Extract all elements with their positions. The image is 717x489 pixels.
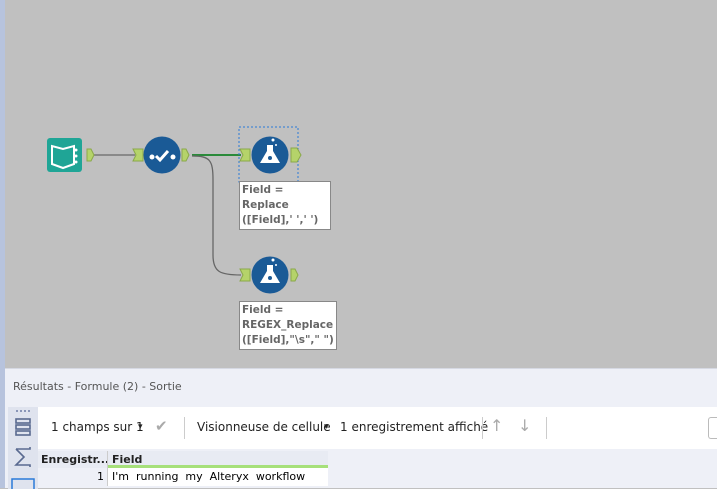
- checkmark-icon[interactable]: ✔: [155, 417, 168, 435]
- formula-tool-1[interactable]: [251, 136, 289, 174]
- record-cell: 1: [38, 468, 108, 486]
- table-row[interactable]: 1 I'm running my Alteryx workflow: [38, 468, 328, 486]
- input-tool[interactable]: [47, 138, 82, 172]
- search-input[interactable]: [708, 417, 717, 439]
- workflow-canvas[interactable]: Field = Replace ([Field],' ',' ') Field …: [5, 0, 717, 368]
- connections: [47, 126, 302, 294]
- results-title: Résultats - Formule (2) - Sortie: [13, 380, 182, 393]
- annotation-line: ([Field],"\s"," "): [242, 334, 334, 346]
- output-anchor[interactable]: [290, 268, 299, 282]
- field-cell[interactable]: I'm running my Alteryx workflow: [108, 468, 328, 486]
- table-view-icon[interactable]: [15, 418, 31, 436]
- column-header-record[interactable]: Enregistr...: [38, 451, 108, 468]
- arrow-up-icon[interactable]: ↑: [490, 416, 503, 435]
- divider: [482, 417, 483, 439]
- input-anchor[interactable]: [239, 148, 251, 162]
- fields-dropdown[interactable]: 1 champs sur 1: [51, 420, 144, 434]
- chevron-down-icon[interactable]: ▾: [324, 422, 329, 432]
- output-anchor[interactable]: [86, 148, 95, 162]
- connection-select-formula2: [191, 155, 242, 276]
- select-tool[interactable]: [143, 136, 181, 174]
- column-header-field[interactable]: Field: [108, 451, 328, 468]
- annotation-line: REGEX_Replace: [242, 319, 334, 331]
- results-grid: Enregistr... Field 1 I'm running my Alte…: [38, 451, 328, 486]
- divider: [184, 417, 185, 439]
- results-toolbar: 1 champs sur 1 ▾ ✔ Visionneuse de cellul…: [38, 407, 717, 449]
- grid-header: Enregistr... Field: [38, 451, 328, 468]
- output-anchor[interactable]: [290, 147, 302, 163]
- formula-1-annotation: Field = Replace ([Field],' ',' '): [239, 181, 331, 230]
- output-anchor[interactable]: [181, 148, 190, 162]
- cell-viewer-dropdown[interactable]: Visionneuse de cellule: [197, 420, 331, 434]
- results-sidebar: [8, 407, 38, 489]
- annotation-line: Field = Replace: [242, 184, 289, 211]
- sum-icon[interactable]: [14, 447, 31, 467]
- chevron-down-icon[interactable]: ▾: [138, 422, 143, 432]
- results-panel: Résultats - Formule (2) - Sortie 1 champ…: [5, 368, 717, 489]
- records-count: 1 enregistrement affiché: [340, 420, 489, 434]
- input-anchor[interactable]: [239, 268, 251, 282]
- annotation-line: Field =: [242, 304, 284, 316]
- formula-2-annotation: Field = REGEX_Replace ([Field],"\s"," "): [239, 301, 337, 350]
- annotation-line: ([Field],' ',' '): [242, 214, 319, 226]
- divider: [546, 417, 547, 439]
- formula-tool-2[interactable]: [251, 256, 289, 294]
- arrow-down-icon[interactable]: ↓: [518, 416, 531, 435]
